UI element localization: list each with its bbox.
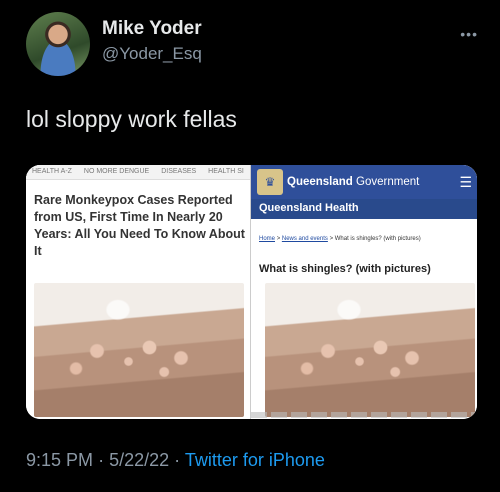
nav-item: NO MORE DENGUE	[83, 168, 150, 175]
avatar[interactable]	[26, 12, 90, 76]
breadcrumb-home: Home	[259, 236, 276, 242]
display-name[interactable]: Mike Yoder	[102, 18, 202, 40]
more-icon[interactable]: •••	[460, 26, 478, 42]
breadcrumb-news: News and events	[281, 236, 328, 242]
tweet-source-link[interactable]: Twitter for iPhone	[185, 450, 325, 470]
page-heading: What is shingles? (with pictures)	[259, 263, 431, 275]
rash-photo	[34, 283, 244, 417]
tweet-date[interactable]: 5/22/22	[109, 450, 169, 470]
site-title: Queensland Health	[259, 202, 359, 214]
brand-bold: Queensland	[287, 176, 353, 188]
separator: ·	[98, 450, 105, 470]
tweet-time: 9:15 PM	[26, 450, 94, 470]
cut-off-text	[251, 412, 477, 418]
nav-item: HEALTH A-Z	[32, 168, 72, 175]
breadcrumb-current: What is shingles? (with pictures)	[334, 236, 421, 242]
tweet-text: lol sloppy work fellas	[26, 106, 237, 132]
rash-photo	[265, 283, 475, 417]
article-headline: Rare Monkeypox Cases Reported from US, F…	[34, 193, 245, 258]
tweet-meta: 9:15 PM · 5/22/22 · Twitter for iPhone	[26, 450, 325, 471]
nav-item: HEALTH SI	[208, 168, 244, 175]
qld-header: ♛ Queensland Government ☰	[251, 165, 477, 199]
breadcrumb: Home > News and events > What is shingle…	[259, 236, 421, 242]
site-nav: HEALTH A-Z NO MORE DENGUE DISEASES HEALT…	[26, 165, 250, 180]
article-screenshot-right: ♛ Queensland Government ☰ Queensland Hea…	[250, 165, 477, 419]
nav-item: DISEASES	[161, 168, 197, 175]
brand-rest: Government	[352, 176, 420, 188]
separator: ·	[174, 450, 181, 470]
site-title-bar: Queensland Health	[251, 199, 477, 219]
tweet-media[interactable]: HEALTH A-Z NO MORE DENGUE DISEASES HEALT…	[26, 165, 477, 419]
crest-icon: ♛	[257, 169, 283, 195]
user-handle[interactable]: @Yoder_Esq	[102, 44, 202, 64]
article-screenshot-left: HEALTH A-Z NO MORE DENGUE DISEASES HEALT…	[26, 165, 250, 419]
hamburger-menu-icon: ☰	[459, 174, 472, 190]
